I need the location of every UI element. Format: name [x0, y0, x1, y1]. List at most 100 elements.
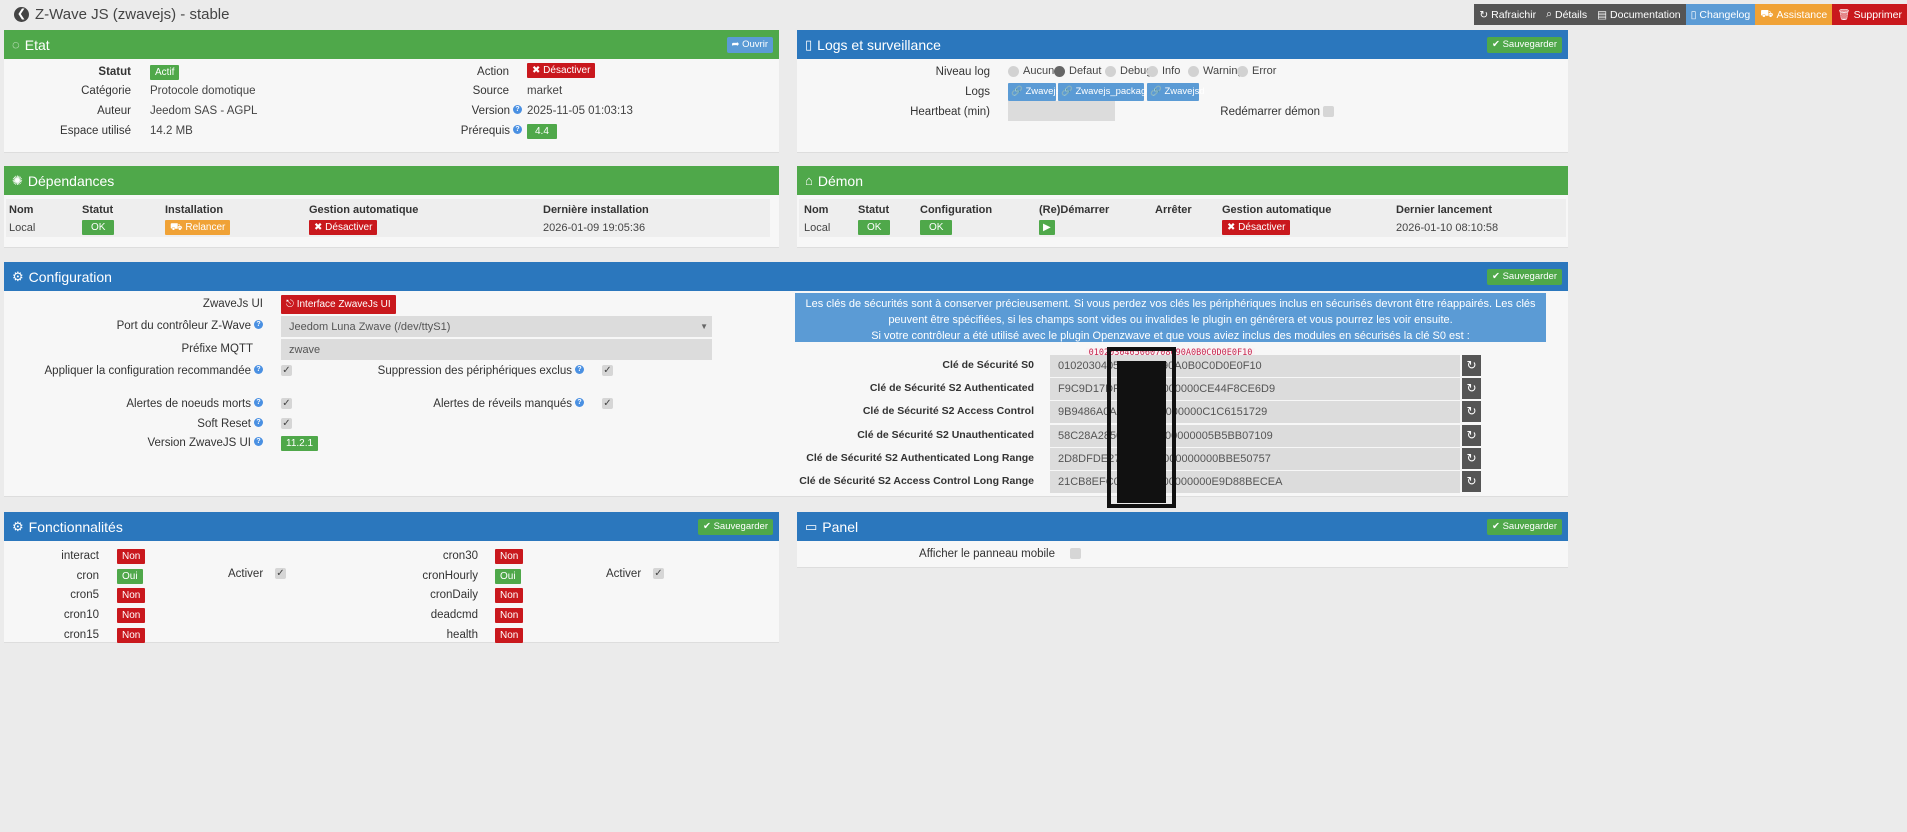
- file-icon: ▯: [1690, 8, 1697, 21]
- fonct-badge-cronDaily: Non: [495, 588, 524, 603]
- version-label: Version?: [472, 105, 522, 117]
- regenerate-key-icon[interactable]: ↻: [1462, 401, 1481, 422]
- key-label-0: Clé de Sécurité S0: [942, 359, 1034, 371]
- fonct-badge-cron30: Non: [495, 549, 524, 564]
- open-button[interactable]: ➦ Ouvrir: [726, 37, 773, 53]
- col-arreter: Arrêter: [1155, 204, 1192, 216]
- info-line-1: Les clés de sécurités sont à conserver p…: [805, 298, 1536, 326]
- help-icon: ?: [513, 125, 522, 134]
- port-select[interactable]: Jeedom Luna Zwave (/dev/ttyS1) ▼: [281, 316, 712, 337]
- start-button[interactable]: ▶: [1039, 220, 1055, 235]
- page-title-wrap: ❮ Z-Wave JS (zwavejs) - stable: [14, 6, 229, 23]
- soft-reset-checkbox[interactable]: ✓: [281, 418, 292, 429]
- alertes-reveils-checkbox[interactable]: ✓: [602, 398, 613, 409]
- regenerate-key-icon[interactable]: ↻: [1462, 355, 1481, 376]
- heartbeat-input[interactable]: [1008, 101, 1115, 121]
- info-line-2: Si votre contrôleur a été utilisé avec l…: [871, 330, 1470, 342]
- auteur-label: Auteur: [97, 105, 131, 117]
- trash-icon: 🗑: [1837, 9, 1851, 21]
- help-icon: ?: [513, 105, 522, 114]
- demon-gestion-button[interactable]: ✖ Désactiver: [1222, 220, 1291, 235]
- fonct-save-button[interactable]: ✔ Sauvegarder: [697, 519, 773, 535]
- dependances-header: ✺ Dépendances: [4, 166, 779, 195]
- zwavejs-ui-button[interactable]: ⎋ Interface ZwaveJs UI: [281, 295, 396, 314]
- dep-gestion-button[interactable]: ✖ Désactiver: [309, 220, 378, 235]
- toolbar-button-rafraichir[interactable]: ↻ Rafraichir: [1474, 4, 1542, 25]
- fonct-label-cron5: cron5: [70, 589, 99, 601]
- activer-cronhourly-checkbox[interactable]: ✓: [653, 568, 664, 579]
- alertes-morts-checkbox[interactable]: ✓: [281, 398, 292, 409]
- dep-nom: Local: [9, 222, 36, 234]
- etat-panel: ◌ Etat ➦ Ouvrir Statut Actif Catégorie P…: [4, 30, 779, 153]
- bank-icon: ⌂: [805, 173, 813, 188]
- top-bar: ❮ Z-Wave JS (zwavejs) - stable ↻ Rafraich…: [0, 0, 1907, 30]
- back-arrow-icon[interactable]: ❮: [14, 7, 29, 22]
- mobile-checkbox[interactable]: [1070, 548, 1081, 559]
- log-button-zwavejs_packages[interactable]: 🔗 Zwavejs_packages: [1058, 83, 1156, 101]
- activer-label: Activer: [228, 568, 264, 580]
- radio-icon: [1237, 65, 1248, 77]
- log-level-warning[interactable]: Warning: [1188, 65, 1244, 77]
- appliquer-checkbox[interactable]: ✓: [281, 365, 292, 376]
- fonct-label-cron15: cron15: [63, 629, 99, 641]
- regenerate-key-icon[interactable]: ↻: [1462, 378, 1481, 399]
- toolbar-button-détails[interactable]: ⌕ Détails: [1541, 4, 1593, 25]
- action-deactivate-button[interactable]: ✖ Désactiver: [527, 63, 596, 78]
- log-button-zwavejsd[interactable]: 🔗 Zwavejsd: [1147, 83, 1205, 101]
- regenerate-key-icon[interactable]: ↻: [1462, 425, 1481, 446]
- circle-notch-icon: ◌: [12, 37, 20, 52]
- log-level-defaut[interactable]: Defaut: [1054, 65, 1101, 77]
- fonct-badge-interact: Non: [117, 549, 146, 564]
- config-save-button[interactable]: ✔ Sauvegarder: [1486, 269, 1562, 285]
- port-label: Port du contrôleur Z-Wave?: [117, 320, 263, 332]
- chevron-down-icon: ▼: [700, 322, 708, 331]
- log-level-info[interactable]: Info: [1147, 65, 1180, 77]
- panel-save-button[interactable]: ✔ Sauvegarder: [1486, 519, 1562, 535]
- redemarrer-checkbox[interactable]: [1323, 106, 1334, 117]
- categorie-label: Catégorie: [81, 85, 131, 97]
- fonct-badge-cron15: Non: [117, 628, 146, 643]
- prefixe-input[interactable]: zwave: [281, 339, 712, 360]
- col-gestion: Gestion automatique: [309, 204, 419, 216]
- appliquer-label: Appliquer la configuration recommandée?: [45, 365, 263, 377]
- soft-reset-label: Soft Reset?: [197, 418, 263, 430]
- help-icon: ?: [254, 320, 263, 329]
- fonct-label-cron: cron: [76, 570, 99, 582]
- col-statut: Statut: [82, 204, 114, 216]
- log-level-error[interactable]: Error: [1237, 65, 1276, 77]
- toolbar-button-assistance[interactable]: ⛟ Assistance: [1755, 4, 1833, 25]
- configuration-header: ⚙ Configuration ✔ Sauvegarder: [4, 262, 1568, 291]
- toolbar-button-documentation[interactable]: ▤ Documentation: [1592, 4, 1686, 25]
- radio-icon: [1054, 65, 1065, 77]
- suppression-label: Suppression des périphériques exclus?: [378, 365, 584, 377]
- logs-header: ▯ Logs et surveillance ✔ Sauvegarder: [797, 30, 1568, 59]
- regenerate-key-icon[interactable]: ↻: [1462, 448, 1481, 469]
- col-derniere: Dernière installation: [543, 204, 649, 216]
- col-statut: Statut: [858, 204, 890, 216]
- demon-config-badge: OK: [920, 220, 953, 235]
- help-icon: ?: [254, 437, 263, 446]
- log-level-aucun[interactable]: Aucun: [1008, 65, 1054, 77]
- action-label: Action: [477, 66, 509, 78]
- suppression-checkbox[interactable]: ✓: [602, 365, 613, 376]
- fonct-label-cronHourly: cronHourly: [422, 570, 478, 582]
- redemarrer-label: Redémarrer démon: [1220, 106, 1320, 118]
- etat-header: ◌ Etat ➦ Ouvrir: [4, 30, 779, 59]
- toolbar-button-supprimer[interactable]: 🗑 Supprimer: [1832, 4, 1907, 25]
- cogs-icon: ⚙: [12, 518, 24, 534]
- logs-save-button[interactable]: ✔ Sauvegarder: [1486, 37, 1562, 53]
- truck-icon: ⛟: [1760, 7, 1774, 20]
- logs-panel: ▯ Logs et surveillance ✔ Sauvegarder Niv…: [797, 30, 1568, 153]
- toolbar-button-changelog[interactable]: ▯ Changelog: [1685, 4, 1756, 25]
- etat-title: Etat: [24, 36, 50, 53]
- relancer-button[interactable]: ⛟ Relancer: [165, 220, 231, 235]
- log-button-zwavejs[interactable]: 🔗 Zwavejs: [1008, 83, 1060, 101]
- log-level-debug[interactable]: Debug: [1105, 65, 1152, 77]
- demon-panel: ⌂ Démon Nom Statut Configuration (Re)Dém…: [797, 166, 1568, 248]
- help-icon: ?: [254, 398, 263, 407]
- activer-cron-checkbox[interactable]: ✓: [275, 568, 286, 579]
- regenerate-key-icon[interactable]: ↻: [1462, 471, 1481, 492]
- help-icon: ?: [575, 365, 584, 374]
- fonctionnalites-header: ⚙ Fonctionnalités ✔ Sauvegarder: [4, 512, 779, 541]
- fonct-label-cronDaily: cronDaily: [430, 589, 478, 601]
